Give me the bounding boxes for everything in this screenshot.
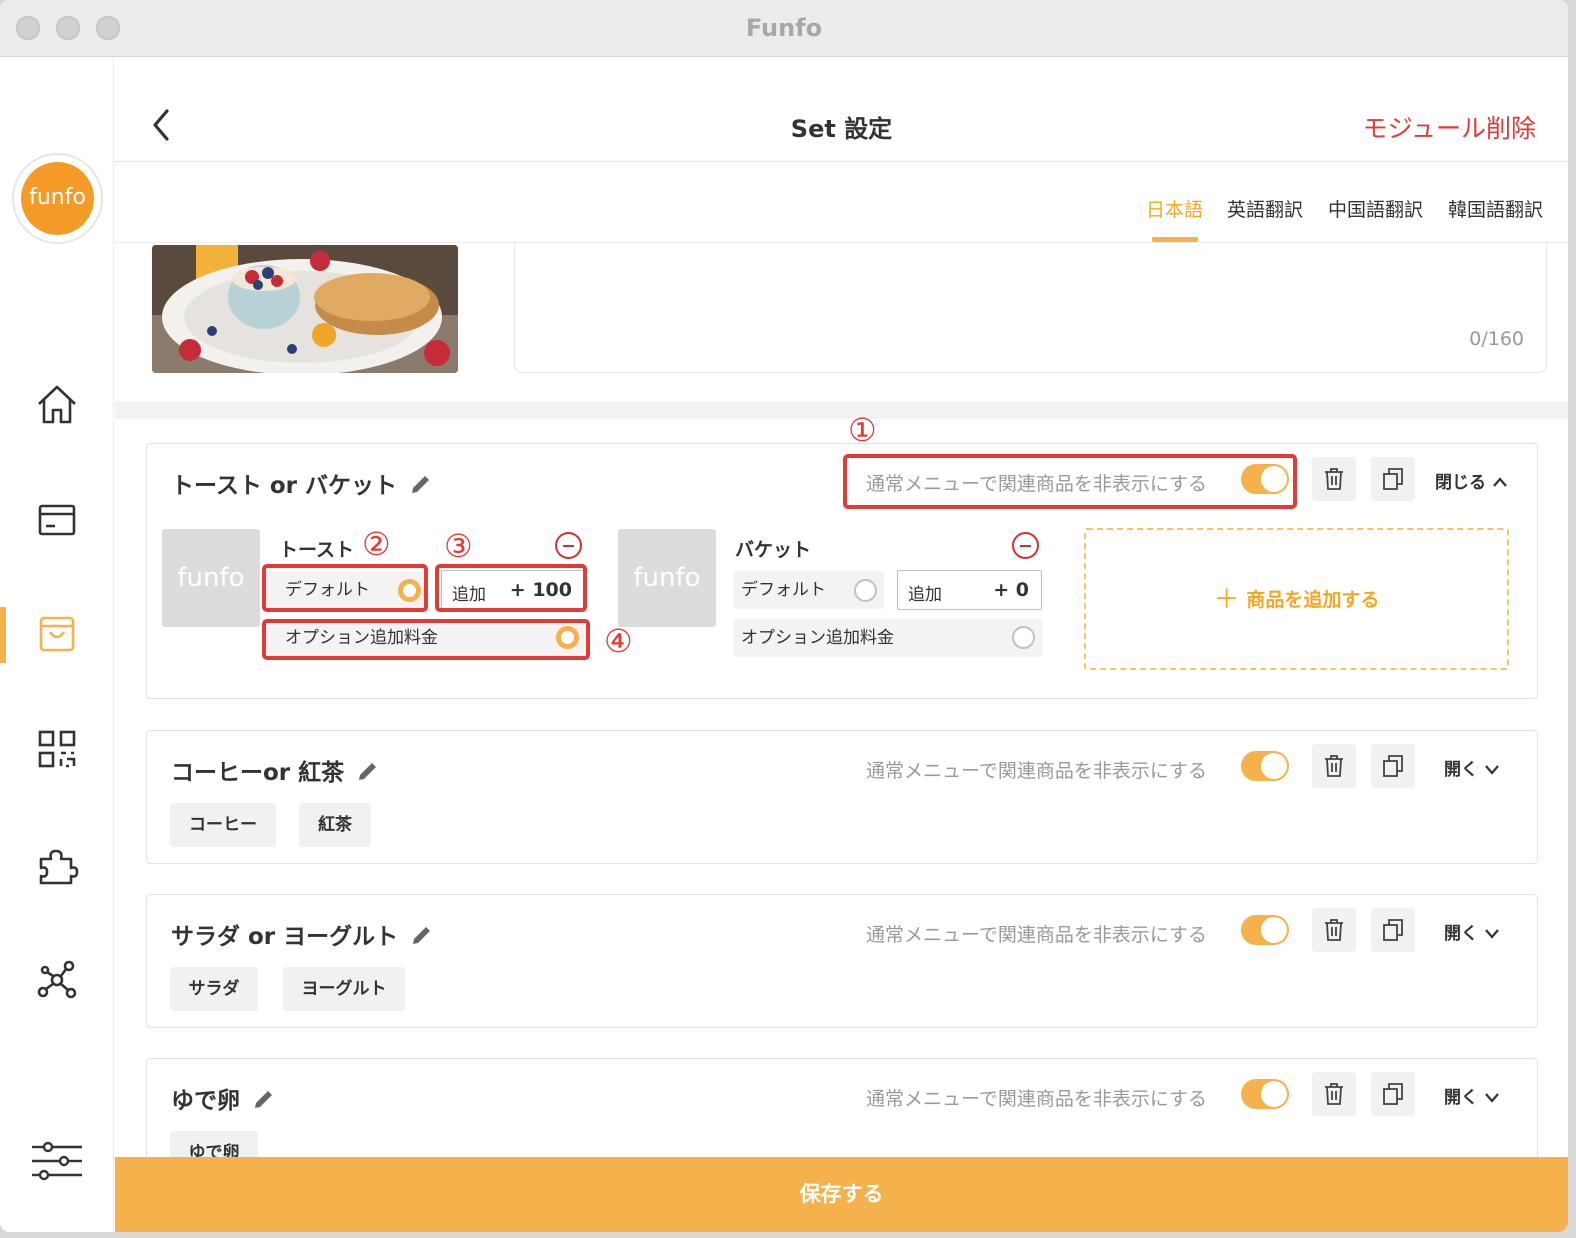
qr-code-icon[interactable]	[33, 725, 81, 773]
delete-group-button[interactable]	[1312, 908, 1356, 952]
card-icon[interactable]	[33, 496, 81, 544]
title-bar: Funfo	[0, 0, 1568, 57]
item-chip[interactable]: サラダ	[170, 967, 258, 1011]
item-chip[interactable]: 紅茶	[299, 803, 371, 847]
hide-related-toggle[interactable]	[1241, 751, 1289, 781]
expand-toggle[interactable]: 開く	[1444, 1083, 1500, 1108]
additional-price-input[interactable]: 追加 + 0	[897, 570, 1042, 610]
home-icon[interactable]	[33, 380, 81, 428]
tab-korean[interactable]: 韓国語翻訳	[1448, 195, 1543, 222]
chevron-down-icon	[1485, 1093, 1499, 1103]
group-title: ゆで卵	[171, 1081, 276, 1115]
hide-related-label: 通常メニューで関連商品を非表示にする	[866, 760, 1208, 782]
annotation-number-1: ①	[848, 411, 877, 449]
section-divider	[115, 401, 1568, 419]
edit-pencil-icon[interactable]	[356, 759, 380, 783]
annotation-number-3: ③	[444, 527, 473, 565]
group-card-salad-yogurt: サラダ or ヨーグルト 通常メニューで関連商品を非表示にする 開く サラダ ヨ…	[146, 894, 1538, 1028]
remove-product-icon[interactable]	[1012, 532, 1039, 559]
delete-group-button[interactable]	[1312, 744, 1356, 788]
app-window: Funfo funfo Set 設定 モジュール削除 日本語 英語翻訳 中国語翻…	[0, 0, 1568, 1232]
save-button[interactable]: 保存する	[115, 1157, 1568, 1232]
puzzle-icon[interactable]	[33, 841, 81, 889]
character-counter: 0/160	[1469, 328, 1524, 350]
copy-group-button[interactable]	[1371, 1072, 1415, 1116]
window-title: Funfo	[745, 14, 823, 42]
language-tabs: 日本語 英語翻訳 中国語翻訳 韓国語翻訳	[115, 163, 1568, 243]
active-nav-indicator	[0, 607, 6, 663]
delete-group-button[interactable]	[1312, 457, 1356, 501]
copy-group-button[interactable]	[1371, 457, 1415, 501]
copy-icon	[1383, 468, 1403, 490]
trash-icon	[1325, 755, 1343, 777]
network-icon[interactable]	[33, 956, 81, 1004]
annotation-number-2: ②	[362, 525, 391, 563]
sidebar: funfo	[0, 57, 114, 1232]
set-photo[interactable]	[152, 245, 458, 373]
page-header: Set 設定 モジュール削除	[115, 57, 1568, 162]
active-tab-indicator	[1152, 237, 1198, 242]
copy-icon	[1383, 755, 1403, 777]
settings-sliders-icon[interactable]	[30, 1137, 84, 1185]
product-name: バケット	[735, 539, 812, 561]
copy-icon	[1383, 919, 1403, 941]
annotation-number-4: ④	[604, 622, 633, 660]
chevron-up-icon	[1493, 477, 1507, 487]
trash-icon	[1325, 919, 1343, 941]
hide-related-label: 通常メニューで関連商品を非表示にする	[866, 924, 1208, 946]
hide-related-toggle[interactable]	[1241, 1079, 1289, 1109]
delete-module-button[interactable]: モジュール削除	[1363, 109, 1536, 145]
copy-icon	[1383, 1083, 1403, 1105]
option-surcharge-radio[interactable]	[1012, 626, 1035, 649]
page-title: Set 設定	[790, 115, 893, 143]
trash-icon	[1325, 468, 1343, 490]
store-icon[interactable]	[33, 610, 81, 658]
option-surcharge[interactable]: オプション追加料金	[734, 619, 1042, 657]
plus-icon: ＋	[1213, 585, 1240, 615]
remove-product-icon[interactable]	[555, 532, 582, 559]
edit-pencil-icon[interactable]	[252, 1087, 276, 1111]
group-title: コーヒーor 紅茶	[171, 753, 380, 787]
group-title: サラダ or ヨーグルト	[171, 917, 434, 951]
group-card-coffee-tea: コーヒーor 紅茶 通常メニューで関連商品を非表示にする 開く コーヒー 紅茶	[146, 730, 1538, 864]
tab-japanese[interactable]: 日本語	[1146, 195, 1203, 222]
trash-icon	[1325, 1083, 1343, 1105]
edit-pencil-icon[interactable]	[409, 472, 433, 496]
default-radio[interactable]	[854, 579, 877, 602]
annotation-box-4	[262, 619, 590, 660]
product-thumbnail[interactable]: funfo	[618, 529, 716, 627]
annotation-box-1	[843, 454, 1297, 509]
expand-toggle[interactable]: 開く	[1444, 919, 1500, 944]
group-title: トースト or バケット	[171, 466, 433, 500]
chevron-down-icon	[1485, 929, 1499, 939]
annotation-box-3	[435, 564, 587, 612]
edit-pencil-icon[interactable]	[410, 923, 434, 947]
hide-related-label: 通常メニューで関連商品を非表示にする	[866, 1088, 1208, 1110]
hide-related-toggle[interactable]	[1241, 915, 1289, 945]
copy-group-button[interactable]	[1371, 908, 1415, 952]
tab-english[interactable]: 英語翻訳	[1227, 195, 1303, 222]
product-name: トースト	[279, 539, 355, 561]
item-chip[interactable]: コーヒー	[170, 803, 276, 847]
chevron-down-icon	[1485, 765, 1499, 775]
expand-toggle[interactable]: 開く	[1444, 755, 1500, 780]
add-product-button[interactable]: ＋ 商品を追加する	[1084, 528, 1509, 670]
product-thumbnail[interactable]: funfo	[162, 529, 260, 627]
collapse-toggle[interactable]: 閉じる	[1435, 468, 1508, 493]
tab-chinese[interactable]: 中国語翻訳	[1328, 195, 1423, 222]
annotation-box-2	[262, 564, 428, 612]
copy-group-button[interactable]	[1371, 744, 1415, 788]
item-chip[interactable]: ヨーグルト	[283, 967, 405, 1011]
funfo-logo: funfo	[12, 153, 103, 244]
description-textarea[interactable]: 0/160	[514, 243, 1547, 373]
delete-group-button[interactable]	[1312, 1072, 1356, 1116]
